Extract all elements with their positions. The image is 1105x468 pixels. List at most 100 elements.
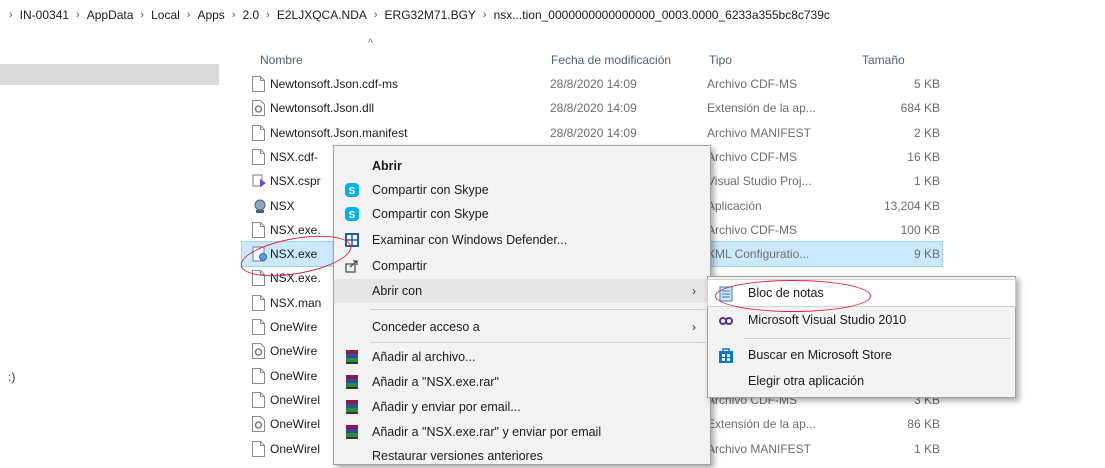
- menu-item-conceder-acceso[interactable]: Conceder acceso a ›: [334, 315, 710, 339]
- column-header-size[interactable]: Tamaño: [862, 51, 905, 69]
- menu-item-abrir[interactable]: Abrir: [334, 154, 710, 178]
- menu-item-label: Añadir al archivo...: [372, 350, 476, 364]
- submenu-item-visual-studio[interactable]: Microsoft Visual Studio 2010: [708, 307, 1015, 333]
- winrar-icon: [344, 349, 360, 365]
- file-icon: [252, 124, 265, 141]
- file-type: Archivo MANIFEST: [707, 125, 812, 140]
- skype-icon: S: [344, 182, 360, 198]
- menu-item-label: Abrir: [372, 159, 402, 173]
- menu-item-skype-1[interactable]: S Compartir con Skype: [334, 178, 710, 202]
- breadcrumb-item[interactable]: IN-00341: [18, 8, 71, 22]
- submenu-item-label: Elegir otra aplicación: [748, 374, 865, 388]
- menu-separator: [370, 309, 706, 310]
- annotation-ellipse-bloc-de-notas: [715, 280, 871, 312]
- menu-item-skype-2[interactable]: S Compartir con Skype: [334, 202, 710, 226]
- menu-item-label: Compartir con Skype: [372, 207, 489, 221]
- column-header-name[interactable]: Nombre: [260, 51, 303, 69]
- menu-item-winrar-add-email[interactable]: Añadir a "NSX.exe.rar" y enviar por emai…: [334, 420, 710, 444]
- file-type: XML Configuratio...: [707, 247, 810, 262]
- breadcrumb-item[interactable]: Apps: [195, 8, 226, 22]
- menu-item-restore-versions[interactable]: Restaurar versiones anteriores: [334, 444, 710, 468]
- submenu-separator: [744, 338, 1010, 339]
- file-size: 1 KB: [913, 441, 940, 456]
- file-type: Archivo CDF-MS: [707, 222, 798, 237]
- file-name: Newtonsoft.Json.dll: [270, 101, 375, 116]
- breadcrumb-item[interactable]: AppData: [85, 8, 136, 22]
- breadcrumb-item[interactable]: 2.0: [240, 8, 261, 22]
- winrar-icon: [344, 374, 360, 390]
- svg-text:S: S: [349, 186, 356, 197]
- breadcrumb-separator[interactable]: ›: [227, 9, 241, 21]
- submenu-item-elegir-otra-aplicacion[interactable]: Elegir otra aplicación: [708, 368, 1015, 394]
- context-menu: Abrir S Compartir con Skype S Compartir …: [333, 145, 711, 465]
- menu-item-label: Añadir a "NSX.exe.rar" y enviar por emai…: [372, 425, 602, 439]
- file-type: Aplicación: [707, 198, 762, 213]
- breadcrumb-separator[interactable]: ›: [369, 9, 383, 21]
- menu-item-label: Añadir y enviar por email...: [372, 400, 521, 414]
- breadcrumb-separator[interactable]: ›: [261, 9, 275, 21]
- file-icon: [252, 319, 265, 335]
- file-icon: [252, 221, 265, 238]
- file-size: 5 KB: [913, 77, 940, 91]
- file-date: 28/8/2020 14:09: [550, 101, 637, 116]
- breadcrumb-item-current[interactable]: nsx...tion_0000000000000000_0003.0000_62…: [492, 8, 832, 22]
- file-row[interactable]: Newtonsoft.Json.dll 28/8/2020 14:09 Extens…: [242, 96, 942, 120]
- file-size: 16 KB: [907, 149, 940, 164]
- menu-item-abrir-con[interactable]: Abrir con ›: [334, 279, 710, 303]
- breadcrumb-separator[interactable]: ›: [478, 9, 492, 21]
- column-header-date[interactable]: Fecha de modificación: [551, 51, 671, 69]
- menu-item-label: Añadir a "NSX.exe.rar": [372, 375, 499, 389]
- nav-pane-item-fragment[interactable]: :): [8, 370, 15, 384]
- menu-item-compartir[interactable]: Compartir: [334, 254, 710, 278]
- dll-icon: [252, 416, 265, 433]
- file-date: 28/8/2020 14:09: [550, 77, 637, 91]
- visual-studio-icon: [718, 312, 734, 328]
- chevron-right-icon: ›: [692, 284, 696, 298]
- menu-item-label: Compartir con Skype: [372, 183, 489, 197]
- dll-icon: [252, 100, 265, 117]
- winrar-icon: [344, 424, 360, 440]
- file-size: 100 KB: [900, 222, 940, 237]
- file-icon: [252, 294, 265, 311]
- menu-item-label: Abrir con: [372, 284, 423, 298]
- file-type: Visual Studio Proj...: [707, 174, 812, 189]
- submenu-item-microsoft-store[interactable]: Buscar en Microsoft Store: [708, 342, 1015, 368]
- file-row[interactable]: Newtonsoft.Json.cdf-ms 28/8/2020 14:09 Arc…: [242, 72, 942, 96]
- menu-item-winrar-add[interactable]: Añadir al archivo...: [334, 345, 710, 369]
- breadcrumb: › IN-00341 › AppData › Local › Apps › 2.…: [0, 0, 1105, 30]
- dll-icon: [252, 343, 265, 360]
- breadcrumb-leading-chevron[interactable]: ›: [4, 9, 18, 21]
- file-size: 2 KB: [913, 125, 940, 140]
- file-size: 13,204 KB: [883, 198, 940, 213]
- file-size: 86 KB: [907, 417, 940, 432]
- file-icon: [252, 148, 265, 165]
- breadcrumb-item[interactable]: Local: [149, 8, 182, 22]
- menu-item-winrar-add-nsx[interactable]: Añadir a "NSX.exe.rar": [334, 370, 710, 394]
- breadcrumb-separator[interactable]: ›: [135, 9, 149, 21]
- file-icon: [252, 367, 265, 384]
- breadcrumb-separator[interactable]: ›: [182, 9, 196, 21]
- menu-item-winrar-email[interactable]: Añadir y enviar por email...: [334, 395, 710, 419]
- file-icon: [252, 440, 265, 457]
- file-type: Archivo CDF-MS: [707, 149, 798, 164]
- breadcrumb-item[interactable]: E2LJXQCA.NDA: [275, 8, 369, 22]
- file-row[interactable]: Newtonsoft.Json.manifest 28/8/2020 14:09 A…: [242, 121, 942, 145]
- file-type: Archivo CDF-MS: [707, 77, 798, 91]
- app-icon: [252, 198, 266, 214]
- menu-item-label: Restaurar versiones anteriores: [372, 449, 543, 463]
- file-size: 1 KB: [913, 174, 940, 189]
- sort-ascending-icon: ^: [368, 38, 373, 49]
- svg-text:S: S: [349, 210, 356, 221]
- menu-item-label: Compartir: [372, 259, 427, 273]
- submenu-item-label: Buscar en Microsoft Store: [748, 348, 892, 362]
- file-date: 28/8/2020 14:09: [550, 125, 637, 140]
- file-type: Extensión de la ap...: [707, 417, 816, 432]
- menu-item-windows-defender[interactable]: Examinar con Windows Defender...: [334, 228, 710, 252]
- nav-pane-selected-item[interactable]: [0, 64, 219, 85]
- menu-item-label: Examinar con Windows Defender...: [372, 233, 568, 247]
- skype-icon: S: [344, 206, 360, 222]
- winrar-icon: [344, 399, 360, 415]
- column-header-type[interactable]: Tipo: [709, 51, 732, 69]
- breadcrumb-item[interactable]: ERG32M71.BGY: [383, 8, 478, 22]
- breadcrumb-separator[interactable]: ›: [71, 9, 85, 21]
